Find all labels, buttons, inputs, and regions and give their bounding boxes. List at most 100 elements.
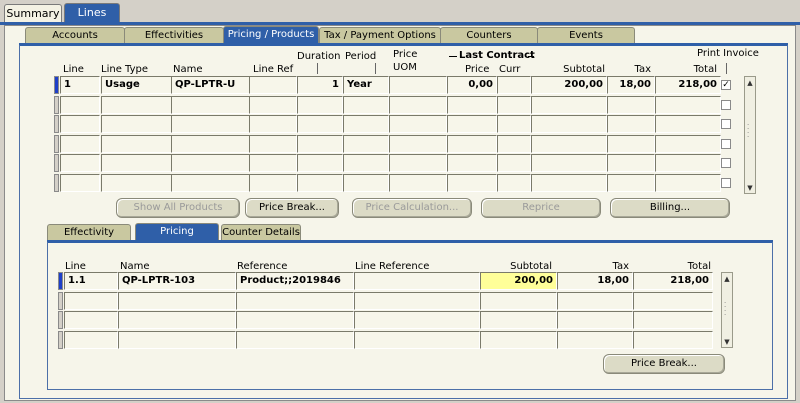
pricing-cell-total[interactable]: [633, 330, 713, 349]
pricing-row-indicator[interactable]: [58, 272, 63, 290]
pricing-cell-reference[interactable]: Product;;2019846: [236, 272, 354, 290]
pricing-cell-name[interactable]: [118, 311, 236, 329]
line-cell-total[interactable]: [655, 115, 721, 133]
pricing-cell-subtotal[interactable]: 200,00: [480, 272, 557, 290]
line-cell-total[interactable]: [655, 154, 721, 172]
row-indicator[interactable]: [54, 134, 59, 153]
pricing-scrollbar[interactable]: ▲ · · · · ▼: [721, 272, 733, 348]
line-cell-duration[interactable]: [297, 95, 343, 114]
line-cell-subtotal[interactable]: [531, 173, 607, 192]
pricing-cell-name[interactable]: [118, 330, 236, 349]
line-cell-period[interactable]: [343, 134, 389, 153]
line-cell-line[interactable]: [60, 95, 100, 114]
price-break-bottom-button[interactable]: Price Break...: [603, 354, 725, 374]
line-cell-line-type[interactable]: [101, 95, 173, 114]
line-cell-total[interactable]: [655, 173, 721, 192]
print-invoice-checkbox[interactable]: [721, 158, 731, 168]
tab-pricing-products[interactable]: Pricing / Products: [223, 26, 319, 44]
row-indicator[interactable]: [54, 173, 59, 192]
line-cell-tax[interactable]: 18,00: [607, 76, 655, 94]
line-cell-price-uom[interactable]: [389, 115, 447, 133]
row-indicator[interactable]: [54, 115, 59, 133]
line-cell-price[interactable]: [447, 173, 497, 192]
line-cell-period[interactable]: [343, 95, 389, 114]
row-indicator[interactable]: [54, 95, 59, 114]
pricing-cell-subtotal[interactable]: [480, 291, 557, 310]
line-cell-name[interactable]: [171, 95, 251, 114]
line-cell-line-ref[interactable]: [249, 115, 297, 133]
line-cell-price-uom[interactable]: [389, 76, 447, 94]
line-cell-name[interactable]: [171, 115, 251, 133]
lines-scrollbar[interactable]: ▲ · · · · ▼: [744, 76, 756, 194]
line-cell-duration[interactable]: [297, 134, 343, 153]
line-cell-price[interactable]: [447, 134, 497, 153]
line-cell-price[interactable]: [447, 154, 497, 172]
line-cell-line[interactable]: 1: [60, 76, 100, 94]
line-cell-total[interactable]: [655, 95, 721, 114]
line-cell-duration[interactable]: [297, 173, 343, 192]
line-cell-tax[interactable]: [607, 154, 655, 172]
line-cell-name[interactable]: [171, 134, 251, 153]
pricing-cell-line-reference[interactable]: [354, 311, 480, 329]
scroll-grip-icon[interactable]: · · · ·: [747, 122, 753, 141]
print-invoice-checkbox[interactable]: [721, 99, 731, 110]
line-cell-duration[interactable]: 1: [297, 76, 343, 94]
pricing-cell-tax[interactable]: [557, 330, 633, 349]
line-cell-name[interactable]: [171, 154, 251, 172]
pricing-row-indicator[interactable]: [58, 330, 63, 349]
scroll-down-icon[interactable]: ▼: [745, 183, 755, 193]
line-cell-subtotal[interactable]: [531, 95, 607, 114]
tab-lines[interactable]: Lines: [64, 3, 120, 24]
pricing-cell-reference[interactable]: [236, 330, 354, 349]
line-cell-price-uom[interactable]: [389, 95, 447, 114]
pricing-cell-tax[interactable]: [557, 311, 633, 329]
tab-counters[interactable]: Counters: [440, 27, 538, 44]
line-cell-line[interactable]: [60, 115, 100, 133]
print-invoice-checkbox[interactable]: [721, 138, 731, 149]
reprice-button[interactable]: Reprice: [481, 198, 601, 218]
billing-button[interactable]: Billing...: [610, 198, 730, 218]
pricing-cell-line[interactable]: [64, 291, 118, 310]
scroll-up-icon[interactable]: ▲: [745, 78, 755, 88]
pricing-cell-tax[interactable]: [557, 291, 633, 310]
print-invoice-checkbox[interactable]: [721, 177, 731, 188]
pricing-cell-line[interactable]: [64, 330, 118, 349]
tab-pricing[interactable]: Pricing: [135, 223, 219, 241]
line-cell-duration[interactable]: [297, 115, 343, 133]
pricing-scroll-down-icon[interactable]: ▼: [722, 337, 732, 347]
pricing-cell-line-reference[interactable]: [354, 291, 480, 310]
line-cell-curr[interactable]: [497, 134, 531, 153]
pricing-cell-subtotal[interactable]: [480, 330, 557, 349]
row-indicator[interactable]: [54, 76, 59, 94]
line-cell-subtotal[interactable]: [531, 134, 607, 153]
pricing-scroll-up-icon[interactable]: ▲: [722, 274, 732, 284]
line-cell-subtotal[interactable]: [531, 154, 607, 172]
line-cell-line[interactable]: [60, 134, 100, 153]
line-cell-line-type[interactable]: Usage: [101, 76, 173, 94]
line-cell-line-ref[interactable]: [249, 76, 297, 94]
line-cell-price-uom[interactable]: [389, 134, 447, 153]
line-cell-line-type[interactable]: [101, 173, 173, 192]
print-invoice-checkbox[interactable]: [721, 119, 731, 129]
line-cell-line-type[interactable]: [101, 154, 173, 172]
line-cell-subtotal[interactable]: 200,00: [531, 76, 607, 94]
line-cell-line-ref[interactable]: [249, 95, 297, 114]
line-cell-price[interactable]: 0,00: [447, 76, 497, 94]
line-cell-subtotal[interactable]: [531, 115, 607, 133]
line-cell-period[interactable]: [343, 154, 389, 172]
line-cell-line-type[interactable]: [101, 134, 173, 153]
line-cell-name[interactable]: QP-LPTR-U: [171, 76, 251, 94]
line-cell-line-ref[interactable]: [249, 154, 297, 172]
pricing-cell-line[interactable]: [64, 311, 118, 329]
tab-tax-payment-options[interactable]: Tax / Payment Options: [319, 27, 441, 44]
tab-counter-details[interactable]: Counter Details: [221, 224, 301, 241]
print-invoice-checkbox[interactable]: ✓: [721, 80, 731, 90]
line-cell-tax[interactable]: [607, 95, 655, 114]
line-cell-total[interactable]: 218,00: [655, 76, 721, 94]
line-cell-curr[interactable]: [497, 76, 531, 94]
line-cell-tax[interactable]: [607, 115, 655, 133]
pricing-cell-reference[interactable]: [236, 311, 354, 329]
line-cell-tax[interactable]: [607, 173, 655, 192]
line-cell-line-ref[interactable]: [249, 173, 297, 192]
pricing-cell-total[interactable]: 218,00: [633, 272, 713, 290]
